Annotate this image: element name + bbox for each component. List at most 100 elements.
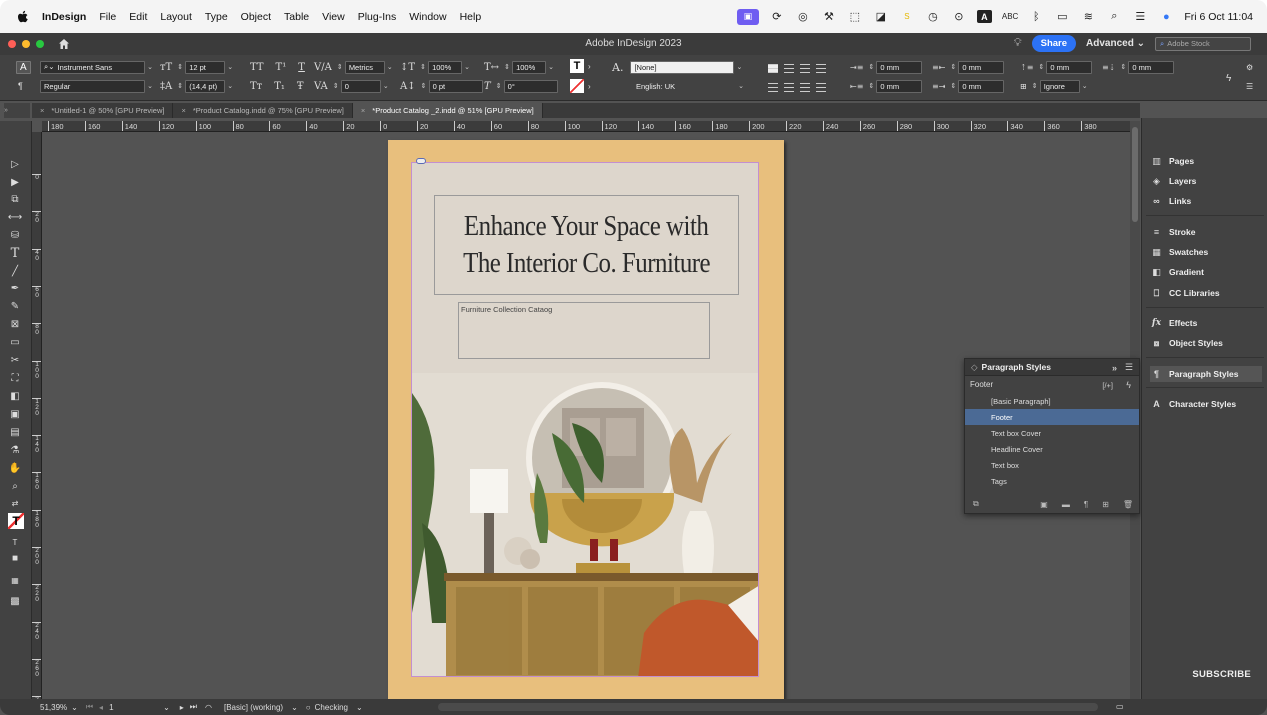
right-indent-field[interactable]: 0 mm — [958, 60, 1005, 74]
chevron-down-icon[interactable]: ⌄ — [385, 61, 395, 74]
dock-swatches[interactable]: ▦ Swatches — [1150, 244, 1262, 260]
stepper-icon[interactable]: ⇕ — [1030, 80, 1040, 93]
panel-menu-icon[interactable]: ☰ — [1125, 362, 1133, 373]
lightbulb-icon[interactable]: 💡︎ — [1014, 37, 1022, 50]
dock-gradient[interactable]: ◧ Gradient — [1150, 264, 1262, 280]
panel-toggle-icon[interactable]: ▭ — [1116, 702, 1124, 711]
font-size-field[interactable]: 12 pt — [185, 60, 226, 74]
input-source-icon[interactable]: A — [976, 10, 992, 23]
horizontal-ruler[interactable]: 180 160 140 120 100 80 60 40 20 0 20 40 60 80 100 120 14… — [42, 121, 1130, 132]
chevron-down-icon[interactable]: ⌄ — [145, 61, 155, 74]
page-number-field[interactable]: 1 — [109, 703, 159, 712]
page-tool-icon[interactable]: ⧉ — [6, 192, 24, 206]
justify-all-icon[interactable] — [800, 82, 810, 92]
paragraph-style-item[interactable]: Text box Cover — [965, 425, 1139, 441]
space-after-field[interactable]: 0 mm — [1128, 60, 1175, 74]
last-page-icon[interactable]: ⏭ — [190, 702, 197, 712]
paragraph-style-item[interactable]: Text box — [965, 457, 1139, 473]
stepper-icon[interactable]: ⇕ — [502, 61, 512, 74]
stepper-icon[interactable]: ⇕ — [948, 61, 958, 74]
fill-stroke-text-icon[interactable]: T — [6, 511, 26, 531]
preview-mode-icon[interactable]: ▩ — [6, 594, 24, 608]
battery-icon[interactable]: ▭ — [1054, 10, 1070, 24]
space-before-field[interactable]: 0 mm — [1046, 60, 1093, 74]
font-style-field[interactable]: Regular — [40, 79, 145, 93]
close-icon[interactable]: × — [40, 106, 44, 115]
tab-product-catalog-2[interactable]: × *Product Catalog _2.indd @ 51% [GPU Pre… — [352, 103, 543, 118]
folder-icon[interactable]: ▬ — [1062, 500, 1070, 509]
close-icon[interactable]: × — [361, 106, 365, 115]
stepper-icon[interactable]: ⇕ — [1118, 61, 1128, 74]
document-page[interactable]: Enhance Your Space with The Interior Co.… — [388, 140, 784, 699]
chevron-right-icon[interactable]: › — [588, 82, 591, 91]
strikethrough-button[interactable]: Ŧ — [297, 81, 304, 92]
underline-button[interactable]: T — [298, 62, 305, 73]
chevron-down-icon[interactable]: ⌄ — [1080, 80, 1090, 93]
sync-icon[interactable]: ⟳ — [769, 10, 785, 24]
formatting-text-icon[interactable]: T — [6, 535, 24, 549]
align-right-icon[interactable] — [800, 63, 810, 73]
paragraph-styles-header[interactable]: ◇ Paragraph Styles » ☰ — [965, 359, 1139, 376]
content-collector-icon[interactable]: ⛁ — [6, 228, 24, 242]
dock-cc-libraries[interactable]: ⎕ CC Libraries — [1150, 285, 1262, 301]
clear-override-icon[interactable]: ¶ — [1084, 500, 1088, 509]
rectangle-frame-tool-icon[interactable]: ⊠ — [6, 317, 24, 331]
menu-window[interactable]: Window — [409, 11, 446, 23]
apply-color-icon[interactable]: ■ — [6, 551, 24, 565]
siri-icon[interactable]: ● — [1158, 10, 1174, 24]
char-mode-button[interactable]: A — [16, 60, 31, 74]
search-icon[interactable]: ⌕ — [1106, 10, 1122, 24]
menu-type[interactable]: Type — [205, 11, 228, 23]
menu-plug-ins[interactable]: Plug-Ins — [358, 11, 397, 23]
chevron-down-icon[interactable]: ⌄ — [462, 61, 472, 74]
eyedropper-tool-icon[interactable]: ⚗ — [6, 443, 24, 457]
scissors-tool-icon[interactable]: ✂ — [6, 353, 24, 367]
chevron-down-icon[interactable]: ⌄ — [71, 703, 78, 712]
subtitle-text-frame[interactable]: Furniture Collection Cataog — [458, 302, 710, 359]
accessibility-icon[interactable]: ◪ — [873, 10, 889, 24]
left-indent-field[interactable]: 0 mm — [876, 60, 923, 74]
home-icon[interactable] — [58, 38, 70, 50]
wifi-icon[interactable]: ≋ — [1080, 10, 1096, 24]
new-style-icon[interactable]: ⊞ — [1102, 500, 1109, 509]
headline-text-frame[interactable]: Enhance Your Space with The Interior Co.… — [434, 195, 739, 295]
close-icon[interactable]: × — [181, 106, 185, 115]
screen-mode-icon[interactable]: ▦ — [6, 573, 24, 587]
zoom-field[interactable]: 51,39% — [40, 703, 67, 712]
character-style-field[interactable]: [None] — [630, 60, 735, 74]
control-center-icon[interactable]: ☰ — [1132, 10, 1148, 24]
fill-swatch[interactable]: T › — [570, 59, 591, 73]
frame-icon[interactable]: ⬚ — [847, 10, 863, 24]
control-menu-button[interactable]: ☰ — [1246, 79, 1253, 93]
leading-field[interactable]: (14,4 pt) — [185, 79, 226, 93]
subscribe-label[interactable]: SUBSCRIBE — [1192, 669, 1251, 680]
menu-app-name[interactable]: InDesign — [42, 11, 86, 23]
last-line-indent-field[interactable]: 0 mm — [958, 79, 1005, 93]
baseline-field[interactable]: 0 pt — [428, 79, 483, 93]
stepper-icon[interactable]: ⇕ — [419, 80, 429, 93]
history-icon[interactable]: ◷ — [925, 10, 941, 24]
chevron-down-icon[interactable]: ⌄ — [145, 80, 155, 93]
bowl-icon[interactable]: ◎ — [795, 10, 811, 24]
dock-object-styles[interactable]: ⧈ Object Styles — [1150, 335, 1262, 351]
tools-icon[interactable]: ⚒ — [821, 10, 837, 24]
tab-product-catalog[interactable]: × *Product Catalog.indd @ 75% [GPU Previe… — [173, 103, 353, 118]
apple-icon[interactable] — [16, 10, 30, 24]
stepper-icon[interactable]: ⇕ — [335, 61, 345, 74]
tracking-field[interactable]: 0 — [340, 79, 381, 93]
stepper-icon[interactable]: ⇕ — [331, 80, 341, 93]
stepper-icon[interactable]: ⇕ — [494, 80, 504, 93]
creative-cloud-icon[interactable]: ▣ — [736, 8, 759, 25]
pencil-tool-icon[interactable]: ✎ — [6, 299, 24, 313]
paragraph-style-item[interactable]: [Basic Paragraph] — [965, 393, 1139, 409]
chevron-down-icon[interactable]: ⌄ — [225, 80, 235, 93]
dock-paragraph-styles[interactable]: ¶ Paragraph Styles — [1150, 366, 1262, 382]
swap-fill-stroke-icon[interactable]: ⇄ — [6, 496, 24, 510]
toolbar-collapse-button[interactable]: » — [4, 103, 30, 118]
link-icon[interactable] — [416, 158, 426, 164]
skew-field[interactable]: 0° — [503, 79, 558, 93]
panel-collapse-button[interactable]: » — [1112, 363, 1117, 373]
stepper-icon[interactable]: ⇕ — [418, 61, 428, 74]
kerning-field[interactable]: Metrics — [344, 60, 385, 74]
font-family-field[interactable]: ⌕⌄ Instrument Sans — [40, 60, 145, 74]
